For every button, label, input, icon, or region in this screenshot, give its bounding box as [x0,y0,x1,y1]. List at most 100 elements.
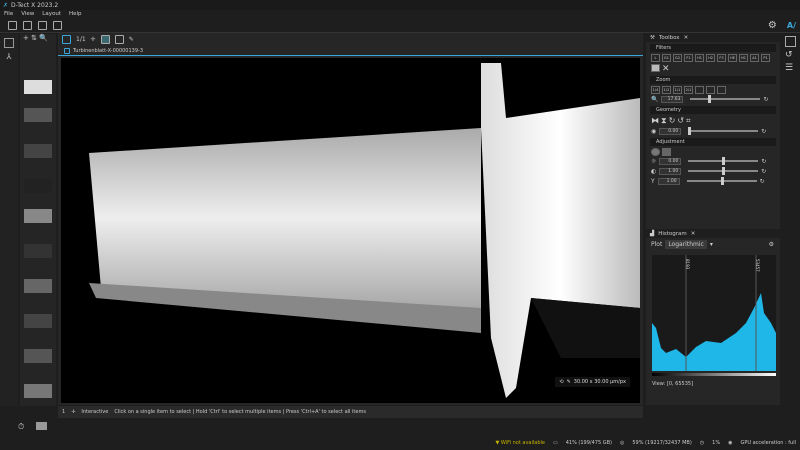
menu-layout[interactable]: Layout [42,11,61,17]
filter-button[interactable]: HE [728,54,737,62]
thumbnail[interactable] [24,244,52,258]
filter-button[interactable]: P1 [761,54,770,62]
image-compare-icon[interactable] [38,20,47,30]
sort-icon[interactable]: ⇅ [31,34,37,42]
view-mode-icon[interactable] [100,35,110,44]
filter-button[interactable]: G2 [673,54,682,62]
rotate-right-icon[interactable]: ↻ [669,116,676,126]
thumbnail[interactable] [24,209,52,223]
thumbnail[interactable] [24,279,52,293]
auto-contrast-icon[interactable] [651,148,660,156]
thumbnail[interactable] [24,108,52,122]
rotation-slider[interactable] [688,127,759,135]
status-mode: Interactive [81,409,109,415]
filter-clear-icon[interactable]: ✕ [662,64,670,74]
brightness-input[interactable]: 0.00 [659,157,682,165]
thumbnail[interactable] [24,384,52,398]
zoom-button[interactable]: 2/1 [684,86,693,94]
fit-icon[interactable] [695,86,704,94]
gamma-slider[interactable] [686,177,757,185]
reset-icon[interactable]: ↻ [760,178,765,185]
filter-button[interactable]: F1 [684,54,693,62]
histogram-settings-icon[interactable]: ⚙ [769,241,774,248]
image-viewer: 1/1 ✛ ✎ Turbinenblatt-X-00000139-3 ⟲ ✎ 30.… [58,33,643,405]
sliders-icon[interactable]: ☰ [785,63,796,73]
zoom-slider[interactable] [690,95,761,103]
rotate-left-icon[interactable]: ↺ [677,116,684,126]
xray-image[interactable]: ⟲ ✎ 30.00 x 30.00 µm/px [61,58,640,403]
flip-vertical-icon[interactable]: ⧗ [661,116,667,126]
app-logo-icon: ✗ [3,1,9,9]
ruler-pen-icon[interactable]: ✎ [567,379,571,385]
crosshair-icon: ✛ [71,409,76,415]
history-icon[interactable]: ↺ [785,50,796,60]
view-range-label: View: [0, 65535] [652,381,694,387]
reset-icon[interactable]: ↻ [761,168,766,175]
crop-icon[interactable]: ⌗ [686,116,691,126]
thumbnail[interactable] [24,144,52,158]
zoom-button[interactable]: 1/2 [662,86,671,94]
histogram-title: Histogram [658,230,687,237]
grayscale-bar [652,373,776,376]
search-icon[interactable]: 🔍 [39,34,48,42]
add-icon[interactable]: + [23,34,29,42]
zoom-button[interactable]: 1/1 [673,86,682,94]
menu-help[interactable]: Help [69,11,82,17]
camera-icon[interactable] [4,38,14,48]
tree-icon[interactable]: ⅄ [4,52,14,62]
side-dock: ↺ ☰ [781,33,800,405]
rotation-input[interactable]: 0.00 [659,127,682,135]
comment-icon[interactable] [36,422,47,430]
pages-icon[interactable] [62,35,71,44]
reset-icon[interactable]: ↻ [763,96,768,103]
close-icon[interactable]: ✕ [684,35,689,41]
flip-horizontal-icon[interactable]: ⧓ [651,116,659,126]
pen-icon[interactable]: ✎ [129,36,134,43]
left-tool-strip: ⅄ [0,34,18,406]
thumbnail-selected[interactable] [24,80,52,94]
thumbnail[interactable] [24,314,52,328]
reset-icon[interactable]: ↻ [761,158,766,165]
settings-gear-icon[interactable]: ⚙ [768,20,777,31]
fit-window-icon[interactable] [706,86,715,94]
zoom-region-icon[interactable] [717,86,726,94]
filter-button[interactable]: G1 [662,54,671,62]
section-filters[interactable]: Filters [650,44,776,52]
zoom-input[interactable]: 17.63 [661,95,684,103]
edit-icon[interactable] [8,20,17,30]
filter-button[interactable]: F3 [717,54,726,62]
measure-icon[interactable]: ⟲ [559,379,563,385]
app-title: D-Tect X 2023.2 [11,1,59,9]
timer-icon[interactable]: ⏱ [18,422,24,432]
filter-button[interactable]: H2 [706,54,715,62]
filter-button[interactable]: L [651,54,660,62]
filter-button[interactable]: H1 [695,54,704,62]
section-adjustment[interactable]: Adjustment [650,138,776,146]
menu-view[interactable]: View [21,11,34,17]
plot-mode-select[interactable]: Logarithmic [665,239,707,249]
chevron-down-icon[interactable]: ▾ [710,241,713,248]
contrast-slider[interactable] [688,167,759,175]
gamma-input[interactable]: 1.00 [657,177,680,185]
reset-icon[interactable]: ↻ [761,128,766,135]
image-add-icon[interactable] [23,20,32,30]
monitor-icon[interactable] [53,20,62,30]
section-zoom[interactable]: Zoom [650,76,776,84]
crosshair-icon[interactable]: ✛ [91,36,96,43]
zoom-button[interactable]: 1/4 [651,86,660,94]
invert-icon[interactable] [662,148,671,156]
filter-button[interactable]: HC [739,54,748,62]
close-icon[interactable]: ✕ [691,231,696,237]
zoom-fit-icon[interactable] [114,35,124,44]
contrast-input[interactable]: 1.00 [659,167,682,175]
filter-apply-icon[interactable] [651,64,660,72]
thumbnail[interactable] [24,349,52,363]
wifi-status: ▼ WiFi not available [495,440,545,446]
tab-image[interactable]: Turbinenblatt-X-00000139-3 [58,46,643,56]
toolbox-dock-icon[interactable] [785,36,796,47]
thumbnail[interactable] [24,179,52,193]
brightness-slider[interactable] [688,157,759,165]
section-geometry[interactable]: Geometry [650,106,776,114]
menu-file[interactable]: File [4,11,13,17]
filter-button[interactable]: A1 [750,54,759,62]
